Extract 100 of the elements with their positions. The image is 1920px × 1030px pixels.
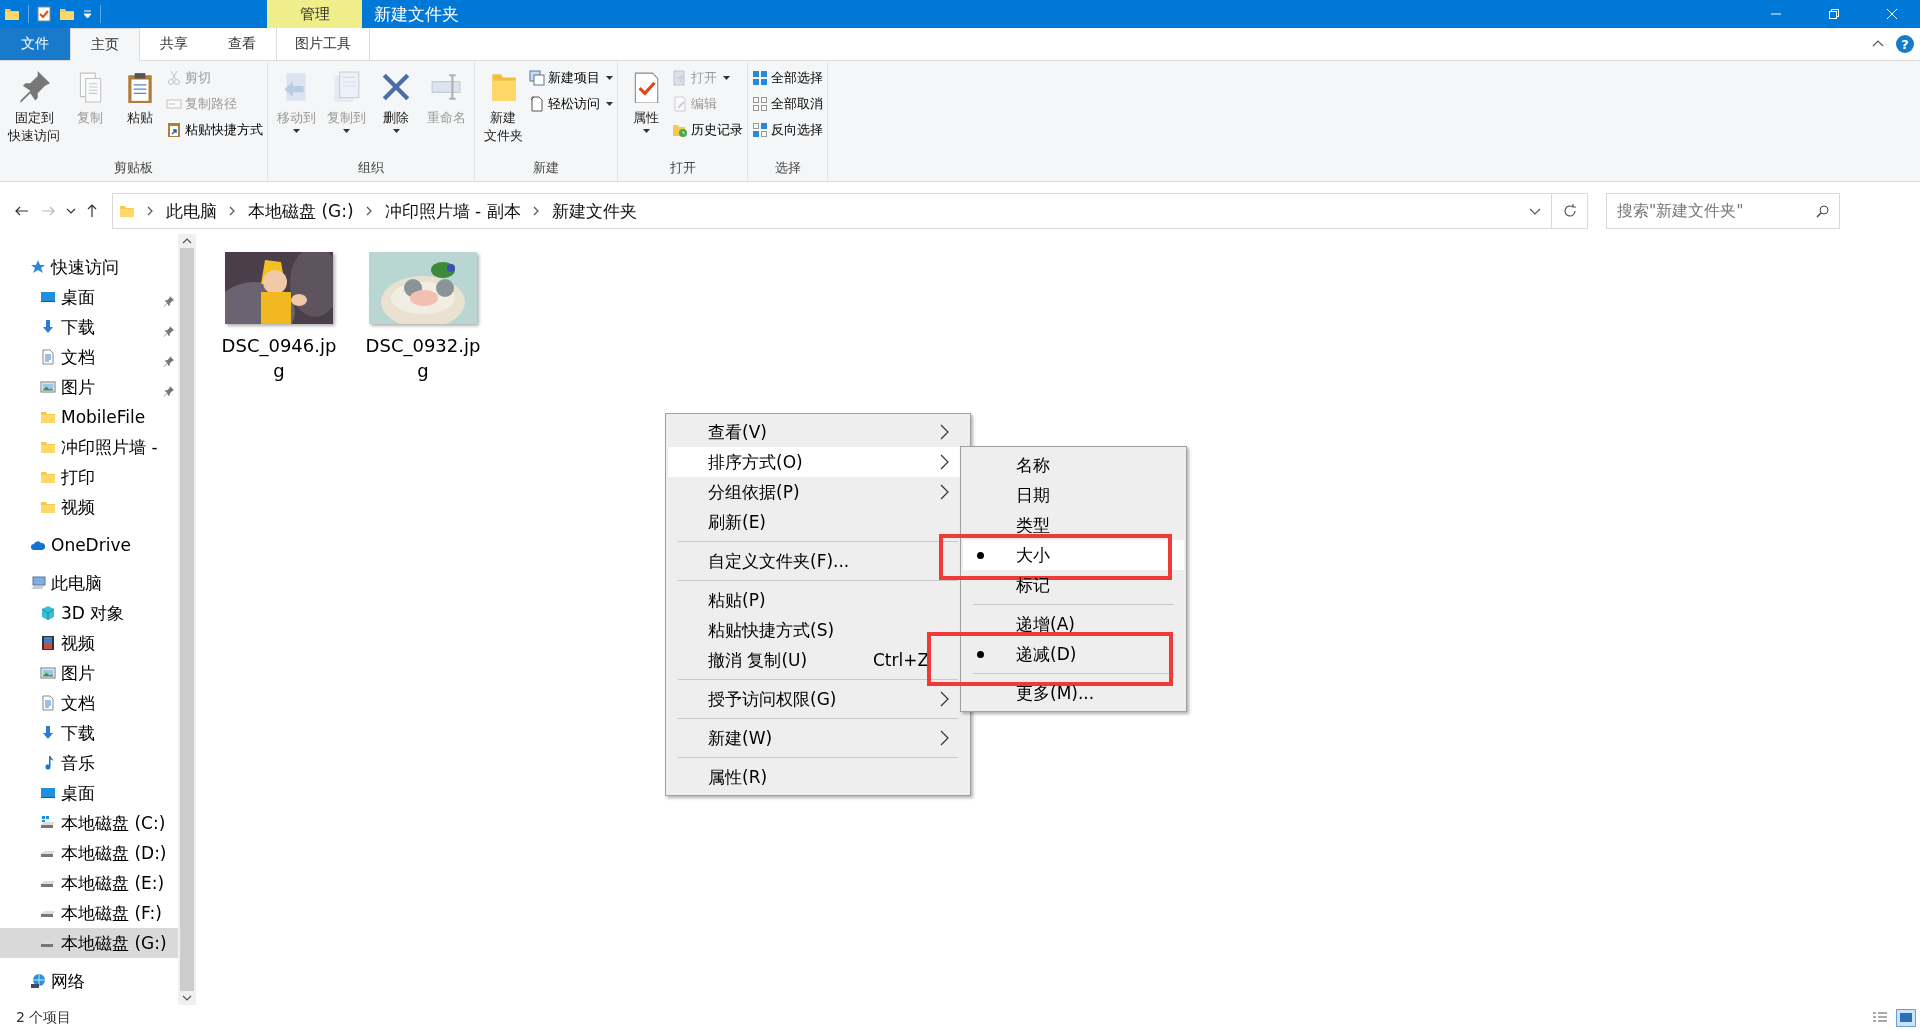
nav-item[interactable]: 图片 (0, 658, 178, 688)
shortcut-text: Ctrl+Z (873, 650, 930, 670)
breadcrumb[interactable]: 本地磁盘 (G:) (248, 199, 354, 223)
nav-item[interactable]: 冲印照片墙 - (0, 432, 178, 462)
nav-item[interactable]: 下载 (0, 718, 178, 748)
nav-item[interactable]: 快速访问 (0, 252, 178, 282)
ribbon-button[interactable]: 全部取消 (752, 93, 823, 114)
film-icon (40, 635, 56, 651)
group-label: 打开 (668, 159, 697, 177)
ribbon-button[interactable]: 粘贴 (116, 65, 164, 159)
nav-item[interactable]: 本地磁盘 (F:) (0, 898, 178, 928)
breadcrumb[interactable]: 此电脑 (166, 199, 217, 223)
folder-icon (40, 409, 56, 425)
nav-item[interactable]: 视频 (0, 628, 178, 658)
group-label: 组织 (357, 159, 385, 177)
scroll-down-icon (181, 995, 192, 1001)
folder-icon (119, 203, 135, 219)
new-item-icon (529, 69, 545, 86)
breadcrumb-chevron-icon (532, 206, 540, 216)
computer-icon (30, 575, 46, 591)
drive-icon (40, 878, 56, 888)
star-icon (30, 259, 46, 275)
ribbon-button[interactable]: 删除 (372, 65, 420, 159)
scrollbar[interactable] (178, 234, 195, 1005)
ribbon-tab[interactable]: 文件 (0, 28, 70, 60)
checklist-icon[interactable] (37, 6, 51, 22)
nav-item[interactable]: 打印 (0, 462, 178, 492)
nav-item[interactable]: 3D 对象 (0, 598, 178, 628)
close-icon[interactable] (1886, 8, 1898, 20)
nav-item[interactable]: 文档 (0, 342, 178, 372)
ribbon-button[interactable]: 全部选择 (752, 67, 823, 88)
menu-item[interactable]: 大小 (963, 540, 1184, 570)
folder-icon (40, 499, 56, 515)
nav-item[interactable]: 图片 (0, 372, 178, 402)
nav-item[interactable]: 桌面 (0, 282, 178, 312)
details-view-icon[interactable] (1872, 1010, 1888, 1025)
ribbon-tab[interactable]: 图片工具 (276, 28, 370, 60)
group-label: 选择 (773, 159, 802, 177)
customize-caret-icon[interactable] (83, 10, 92, 18)
menu-item[interactable]: 新建(W) (668, 723, 968, 753)
picture-frame-icon (40, 665, 56, 681)
folder-icon (4, 6, 20, 22)
group-label: 新建 (532, 159, 560, 177)
nav-item[interactable]: 本地磁盘 (D:) (0, 838, 178, 868)
window-title: 新建文件夹 (373, 2, 460, 26)
search-placeholder: 搜索"新建文件夹" (1617, 200, 1744, 222)
collapse-ribbon-icon (1872, 40, 1884, 48)
nav-item[interactable]: MobileFile (0, 402, 178, 432)
breadcrumb[interactable]: 新建文件夹 (551, 199, 637, 223)
globe-icon (30, 973, 46, 989)
back-arrow-icon (14, 205, 30, 217)
ribbon-tab[interactable]: 查看 (208, 28, 276, 60)
ribbon-button[interactable]: 新建项目 (529, 67, 613, 88)
document-icon (40, 695, 56, 711)
drive-icon (40, 848, 56, 858)
nav-item[interactable]: 下载 (0, 312, 178, 342)
ribbon-button[interactable]: 粘贴快捷方式 (166, 119, 263, 140)
breadcrumb[interactable]: 冲印照片墙 - 副本 (384, 199, 521, 223)
invert-select-icon (752, 121, 768, 138)
help-button[interactable]: ? (1896, 35, 1914, 53)
scissors-icon (166, 69, 182, 86)
nav-item[interactable]: 本地磁盘 (E:) (0, 868, 178, 898)
scroll-up-icon (181, 238, 192, 244)
ribbon-button[interactable]: 轻松访问 (529, 93, 613, 114)
ribbon-button[interactable]: 历史记录 (672, 119, 743, 140)
nav-item[interactable]: 本地磁盘 (C:) (0, 808, 178, 838)
nav-item[interactable]: 音乐 (0, 748, 178, 778)
ribbon-button[interactable]: 新建 文件夹 (479, 65, 527, 159)
search-field[interactable]: 搜索"新建文件夹" (1606, 193, 1840, 229)
recent-caret-icon (66, 208, 76, 214)
menu-item[interactable]: 标记 (963, 570, 1184, 600)
select-all-icon (752, 69, 768, 86)
restore-icon[interactable] (1828, 8, 1840, 20)
ribbon-button[interactable]: 反向选择 (752, 119, 823, 140)
refresh-button[interactable] (1552, 193, 1588, 229)
nav-item[interactable]: OneDrive (0, 530, 178, 560)
menu-item[interactable]: 递减(D) (963, 639, 1184, 669)
ribbon-tab[interactable]: 共享 (140, 28, 208, 60)
desktop-icon (40, 785, 56, 801)
menu-item[interactable]: 属性(R) (668, 762, 968, 792)
nav-item[interactable]: 文档 (0, 688, 178, 718)
item-count: 2 个项目 (16, 1008, 72, 1027)
rename-icon (430, 71, 462, 103)
large-icons-view-icon[interactable] (1896, 1008, 1916, 1027)
address-bar[interactable]: 此电脑 本地磁盘 (G:) 冲印照片墙 - 副本 新建文件夹 (112, 193, 1552, 229)
breadcrumb-chevron-icon (365, 206, 373, 216)
nav-item[interactable]: 桌面 (0, 778, 178, 808)
ribbon-button[interactable]: 固定到 快速访问 (4, 65, 64, 159)
ribbon-button[interactable]: 属性 (622, 65, 670, 159)
menu-item[interactable]: 查看(V) (668, 417, 968, 447)
folder-icon (59, 6, 75, 22)
nav-item[interactable]: 网络 (0, 966, 178, 996)
delete-icon (380, 71, 412, 103)
nav-item[interactable]: 视频 (0, 492, 178, 522)
nav-item[interactable]: 此电脑 (0, 568, 178, 598)
ribbon-tab[interactable]: 主页 (70, 28, 140, 61)
file-name[interactable]: DSC_0946.jpg (221, 333, 337, 383)
nav-item[interactable]: 本地磁盘 (G:) (0, 928, 178, 958)
group-label: 剪贴板 (113, 159, 154, 177)
file-name[interactable]: DSC_0932.jpg (365, 333, 481, 383)
